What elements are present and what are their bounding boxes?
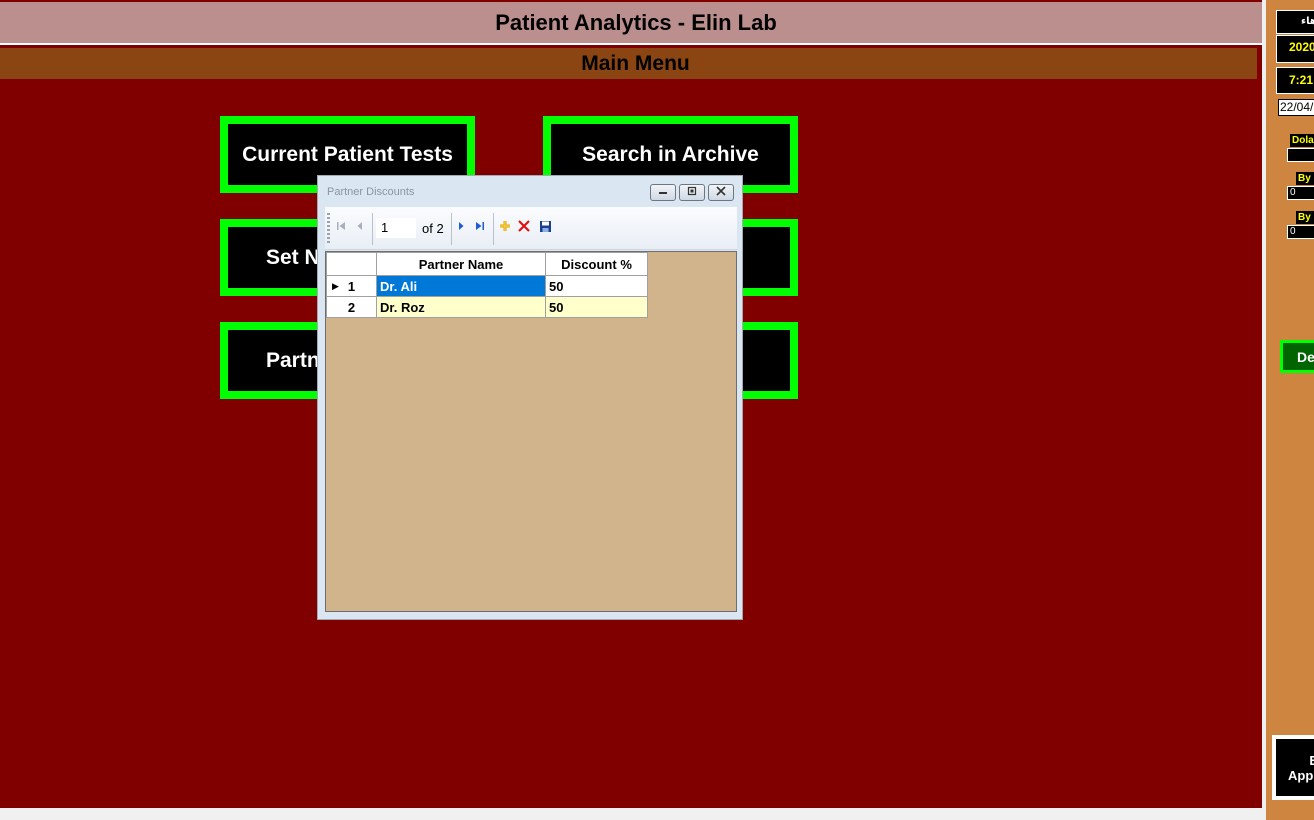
save-icon[interactable] (537, 219, 553, 237)
main-menu-bar: Main Menu (0, 48, 1257, 79)
year-display: 2020- (1276, 35, 1314, 63)
column-header-discount[interactable]: Discount % (545, 252, 648, 276)
add-icon[interactable] (497, 219, 513, 237)
position-input[interactable]: 1 (376, 218, 416, 238)
search-in-archive-label: Search in Archive (582, 142, 759, 166)
row-header[interactable]: ▶ 1 (326, 275, 377, 297)
row-indicator-icon: ▶ (332, 281, 339, 291)
separator (493, 213, 494, 245)
app-title-bar: Patient Analytics - Elin Lab (0, 2, 1262, 45)
column-header-partner-name[interactable]: Partner Name (376, 252, 546, 276)
separator (372, 213, 373, 245)
count-label: of 2 (422, 221, 444, 236)
right-panel: ﻫﺎء 2020- 7:21: 22/04/2 Dolar By D 0 By … (1262, 0, 1314, 820)
right-panel-header: ﻫﺎء (1276, 10, 1314, 34)
dialog-title: Partner Discounts (327, 186, 415, 198)
separator (451, 213, 452, 245)
current-patient-tests-label: Current Patient Tests (242, 142, 453, 166)
time-display: 7:21: (1276, 67, 1314, 94)
move-previous-icon[interactable] (352, 219, 368, 237)
row-header-corner[interactable] (326, 252, 377, 276)
exit-label-line2: Appli (1288, 768, 1314, 783)
bottom-strip (0, 808, 1314, 820)
app-title: Patient Analytics - Elin Lab (495, 9, 777, 35)
row-index: 1 (347, 278, 356, 294)
main-menu-label: Main Menu (581, 51, 690, 75)
minimize-icon[interactable] (650, 184, 676, 201)
discount-cell[interactable]: 50 (545, 275, 648, 297)
dolar-input[interactable] (1287, 148, 1314, 162)
move-first-icon[interactable] (333, 219, 349, 237)
by-label-2: By D (1296, 211, 1314, 224)
by-input-2[interactable]: 0 (1287, 225, 1314, 239)
row-index: 2 (347, 299, 356, 315)
close-icon[interactable] (708, 184, 734, 201)
discount-cell[interactable]: 50 (545, 296, 648, 318)
toolstrip-grip[interactable] (327, 213, 330, 245)
by-input-1[interactable]: 0 (1287, 186, 1314, 200)
exit-application-button[interactable]: E Appli (1272, 735, 1314, 800)
partner-name-cell[interactable]: Dr. Ali (376, 275, 546, 297)
des-button[interactable]: Des (1280, 340, 1314, 373)
restore-icon[interactable] (679, 184, 705, 201)
date-field[interactable]: 22/04/2 (1278, 99, 1314, 116)
partner-discounts-dialog: Partner Discounts 1 of 2 Partner Name Di… (317, 175, 743, 620)
partner-menu-label: Partn (266, 348, 320, 372)
partner-discounts-grid[interactable]: Partner Name Discount % ▶ 1 Dr. Ali 50 2 (325, 251, 737, 612)
row-header[interactable]: 2 (326, 296, 377, 318)
binding-navigator: 1 of 2 (325, 207, 737, 250)
table-row[interactable]: ▶ 1 Dr. Ali 50 (326, 275, 648, 297)
move-last-icon[interactable] (472, 219, 488, 237)
dialog-titlebar[interactable]: Partner Discounts (318, 176, 742, 208)
partner-name-cell[interactable]: Dr. Roz (376, 296, 546, 318)
move-next-icon[interactable] (453, 219, 469, 237)
table-row[interactable]: 2 Dr. Roz 50 (326, 296, 648, 318)
des-button-label: Des (1297, 349, 1314, 365)
dolar-label: Dolar (1290, 134, 1314, 147)
delete-icon[interactable] (516, 219, 532, 237)
partners-table: Partner Name Discount % ▶ 1 Dr. Ali 50 2 (326, 252, 648, 318)
exit-label-line1: E (1309, 753, 1314, 768)
by-label-1: By D (1296, 172, 1314, 185)
